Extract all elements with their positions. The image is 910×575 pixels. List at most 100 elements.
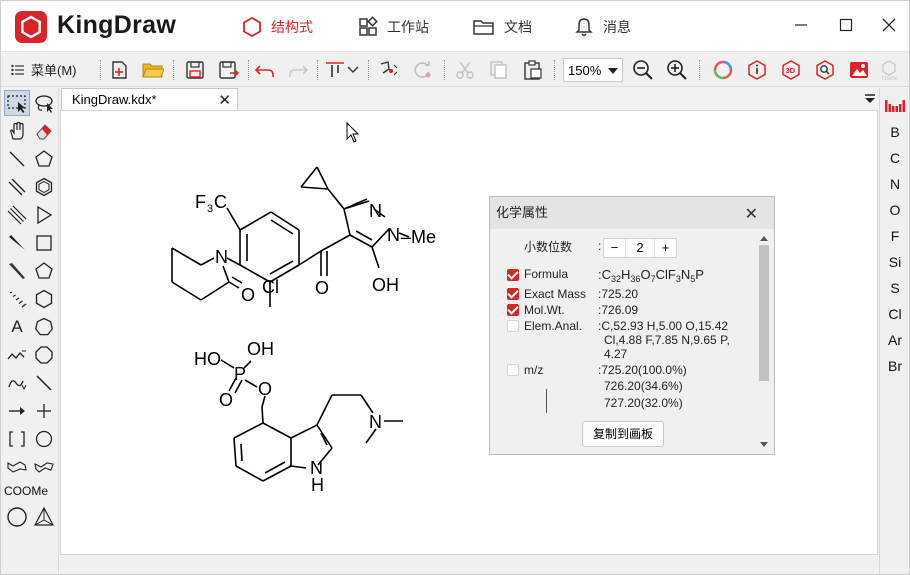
chevron-down-icon <box>608 68 618 74</box>
maximize-button[interactable] <box>834 13 858 37</box>
paste-button[interactable] <box>521 58 545 82</box>
3d-view-button[interactable]: 3D <box>779 58 803 82</box>
document-tab[interactable]: KingDraw.kdx* ✕ <box>61 88 238 110</box>
align-top-button[interactable] <box>323 58 347 82</box>
tab-messages[interactable]: 消息 <box>573 15 631 39</box>
formula-checkbox[interactable] <box>507 269 519 281</box>
zoom-select[interactable]: 150% <box>563 58 623 82</box>
heptagon-ring-tool[interactable] <box>31 314 57 340</box>
single-bond-tool[interactable] <box>4 146 30 172</box>
minimize-icon <box>795 24 807 26</box>
boat-conformation-tool[interactable] <box>31 454 57 480</box>
tetrahedron-tool[interactable] <box>31 504 57 530</box>
text-tool[interactable]: A <box>4 314 30 340</box>
decimal-places-input[interactable]: 2 <box>626 239 654 257</box>
align-dropdown[interactable] <box>345 58 361 82</box>
horizontal-scrollbar[interactable] <box>60 556 878 574</box>
curve-icon <box>8 380 27 391</box>
element-o-button[interactable]: O <box>880 202 910 218</box>
tab-documents[interactable]: 文档 <box>472 15 532 39</box>
bold-wedge-tool[interactable] <box>4 258 30 284</box>
new-file-button[interactable] <box>107 58 131 82</box>
cleanup-structure-button[interactable] <box>377 58 401 82</box>
tool-palette: A COOMe <box>1 88 59 574</box>
search-structure-button[interactable] <box>813 58 837 82</box>
wedge-bond-tool[interactable] <box>4 230 30 256</box>
refresh-structure-button[interactable] <box>411 58 435 82</box>
elem-anal-checkbox[interactable] <box>507 320 519 332</box>
element-ar-button[interactable]: Ar <box>880 332 910 348</box>
zoom-in-button[interactable] <box>665 58 689 82</box>
tab-workstation[interactable]: 工作站 <box>357 15 429 39</box>
element-n-button[interactable]: N <box>880 176 910 192</box>
atom-label-oh: OH <box>247 339 274 359</box>
save-as-button[interactable] <box>217 58 241 82</box>
arrow-shape-tool[interactable] <box>31 202 57 228</box>
close-window-button[interactable] <box>877 13 901 37</box>
element-s-button[interactable]: S <box>880 280 910 296</box>
eraser-tool[interactable] <box>31 118 57 144</box>
curve-tool[interactable] <box>4 370 30 396</box>
mol-wt-checkbox[interactable] <box>507 304 519 316</box>
tab-documents-label: 文档 <box>504 19 532 35</box>
atom-label-n: N <box>369 412 382 432</box>
mol-wt-label: Mol.Wt. <box>524 303 565 317</box>
minimize-button[interactable] <box>789 13 813 37</box>
triple-bond-icon <box>7 205 27 225</box>
element-si-button[interactable]: Si <box>880 254 910 270</box>
square-shape-tool[interactable] <box>31 230 57 256</box>
panel-toggle-button[interactable] <box>864 92 876 104</box>
copy-button[interactable] <box>487 58 511 82</box>
cut-button[interactable] <box>453 58 477 82</box>
element-cl-button[interactable]: Cl <box>880 306 910 322</box>
group-coome-tool[interactable]: COOMe <box>4 484 48 498</box>
copy-to-canvas-button[interactable]: 复制到画板 <box>582 421 664 447</box>
pentagon-ring-tool[interactable] <box>31 146 57 172</box>
hashed-wedge-tool[interactable] <box>4 286 30 312</box>
chain-tool[interactable] <box>4 342 30 368</box>
triple-bond-tool[interactable] <box>4 202 30 228</box>
zoom-out-button[interactable] <box>631 58 655 82</box>
double-bond-tool[interactable] <box>4 174 30 200</box>
pentagon-alt-tool[interactable] <box>31 258 57 284</box>
mz-checkbox[interactable] <box>507 364 519 376</box>
circle-tool[interactable] <box>31 426 57 452</box>
element-b-button[interactable]: B <box>880 124 910 140</box>
hexagon-ring-tool[interactable] <box>31 286 57 312</box>
element-f-button[interactable]: F <box>880 228 910 244</box>
info-button[interactable] <box>745 58 769 82</box>
exact-mass-checkbox[interactable] <box>507 288 519 300</box>
undo-button[interactable] <box>253 58 277 82</box>
increment-button[interactable]: + <box>654 239 676 257</box>
charge-tool[interactable] <box>31 398 57 424</box>
decrement-button[interactable]: − <box>604 239 626 257</box>
benzene-ring-tool[interactable] <box>31 174 57 200</box>
wedge-bond-icon <box>9 235 25 250</box>
element-br-button[interactable]: Br <box>880 358 910 374</box>
svg-text:Name: Name <box>882 76 899 81</box>
menu-button[interactable]: 菜单(M) <box>11 60 77 79</box>
tetrahedron-icon <box>34 506 54 526</box>
close-tab-icon[interactable]: ✕ <box>218 91 231 109</box>
chair-conformation-tool[interactable] <box>4 454 30 480</box>
element-c-button[interactable]: C <box>880 150 910 166</box>
name-to-structure-button[interactable]: Name <box>879 58 903 82</box>
bracket-tool[interactable] <box>4 426 30 452</box>
tab-structure[interactable]: 结构式 <box>241 15 313 39</box>
select-tool[interactable] <box>4 90 30 116</box>
open-file-button[interactable] <box>141 58 165 82</box>
color-picker-button[interactable] <box>711 58 735 82</box>
periodic-table-button[interactable] <box>885 98 905 112</box>
dialog-close-icon[interactable]: ✕ <box>745 204 758 224</box>
redo-button[interactable] <box>286 58 310 82</box>
lasso-tool[interactable] <box>31 90 57 116</box>
line-tool[interactable] <box>31 370 57 396</box>
pan-tool[interactable] <box>4 118 30 144</box>
save-button[interactable] <box>183 58 207 82</box>
image-export-button[interactable] <box>847 58 871 82</box>
ellipse-tool[interactable] <box>4 504 30 530</box>
dialog-scrollbar-thumb[interactable] <box>759 245 769 381</box>
octagon-ring-tool[interactable] <box>31 342 57 368</box>
atom-label-ho: HO <box>194 349 221 369</box>
arrow-tool[interactable] <box>4 398 30 424</box>
